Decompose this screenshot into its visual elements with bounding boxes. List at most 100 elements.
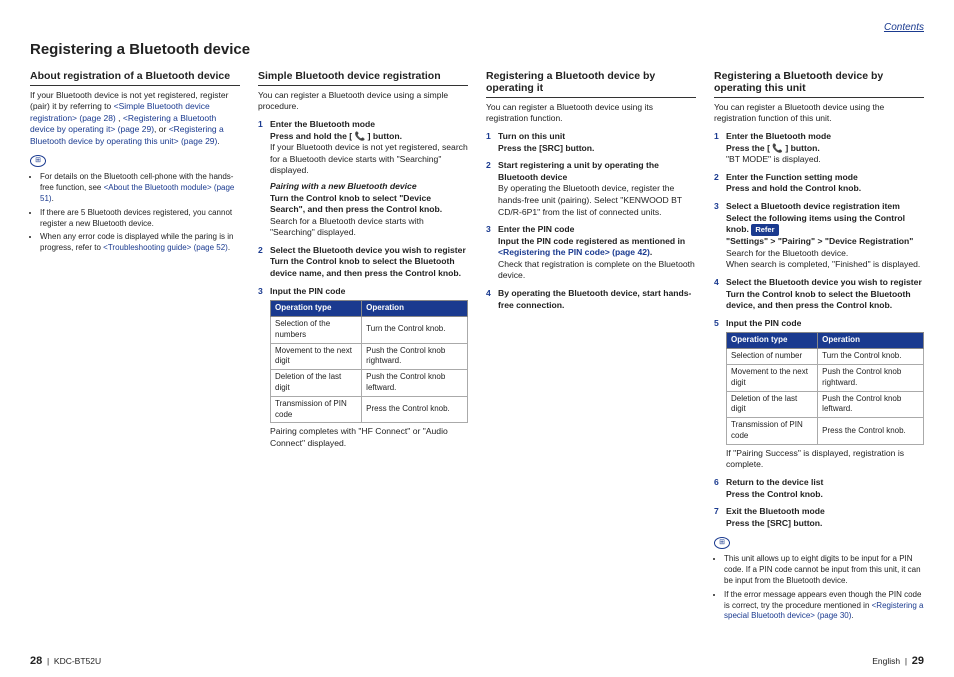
step-number: 3: [258, 286, 263, 298]
body-text: You can register a Bluetooth device usin…: [258, 90, 468, 113]
section-heading: Registering a Bluetooth device by operat…: [486, 70, 696, 98]
language-label: English: [872, 656, 900, 666]
step-action: Press the [SRC] button.: [726, 518, 924, 530]
step-1: 1Turn on this unitPress the [SRC] button…: [486, 131, 696, 154]
table-cell: Movement to the next digit: [271, 343, 362, 370]
link-troubleshoot[interactable]: <Troubleshooting guide> (page 52): [103, 243, 228, 252]
table-header: Operation: [362, 301, 468, 317]
step-number: 2: [714, 172, 719, 184]
step-number: 3: [714, 201, 719, 213]
step-number: 4: [486, 288, 491, 300]
step-action: Select the following items using the Con…: [726, 213, 924, 237]
table-header: Operation: [818, 333, 924, 349]
page-title: Registering a Bluetooth device: [30, 41, 924, 58]
table-header: Operation type: [271, 301, 362, 317]
step-number: 1: [258, 119, 263, 131]
pin-table: Operation typeOperationSelection of the …: [270, 300, 468, 423]
contents-link[interactable]: Contents: [30, 22, 924, 33]
column-3: Registering a Bluetooth device by operat…: [486, 68, 696, 647]
table-cell: Press the Control knob.: [818, 418, 924, 445]
step-action: Press and hold the [ 📞 ] button.: [270, 131, 468, 143]
footer-left: 28 | KDC-BT52U: [30, 655, 101, 667]
step-title: Start registering a unit by operating th…: [498, 160, 696, 183]
table-cell: Push the Control knob rightward.: [818, 364, 924, 391]
step-number: 2: [486, 160, 491, 172]
note-item: This unit allows up to eight digits to b…: [724, 554, 924, 586]
step-title: Input the PIN code: [270, 286, 468, 298]
link-pin-code[interactable]: <Registering the PIN code> (page 42): [498, 247, 650, 257]
step-2: 2 Select the Bluetooth device you wish to…: [258, 245, 468, 280]
step-number: 1: [486, 131, 491, 143]
step-7: 7 Exit the Bluetooth modePress the [SRC] …: [714, 506, 924, 529]
note-icon: ⊞: [30, 155, 46, 167]
step-path: "Settings" > "Pairing" > "Device Registr…: [726, 236, 924, 248]
column-4: Registering a Bluetooth device by operat…: [714, 68, 924, 647]
table-cell: Selection of number: [727, 349, 818, 365]
step-3: 3Enter the PIN codeInput the PIN code re…: [486, 224, 696, 282]
table-cell: Turn the Control knob.: [818, 349, 924, 365]
note-icon: ⊞: [714, 537, 730, 549]
pin-table: Operation typeOperationSelection of numb…: [726, 332, 924, 444]
step-title: Select the Bluetooth device you wish to …: [726, 277, 924, 289]
note-item: If the error message appears even though…: [724, 590, 924, 622]
step-title: Select the Bluetooth device you wish to …: [270, 245, 468, 257]
step-action: Press the [ 📞 ] button.: [726, 143, 924, 155]
note-item: When any error code is displayed while t…: [40, 232, 240, 254]
step-action: Turn the Control knob to select "Device …: [270, 193, 468, 216]
note-list: For details on the Bluetooth cell-phone …: [30, 172, 240, 254]
text: .: [228, 243, 230, 252]
column-2: Simple Bluetooth device registration You…: [258, 68, 468, 647]
table-cell: Push the Control knob rightward.: [362, 343, 468, 370]
step-desc: Search for a Bluetooth device starts wit…: [270, 216, 424, 238]
column-1: About registration of a Bluetooth device…: [30, 68, 240, 647]
step-action: Press the Control knob.: [726, 489, 924, 501]
step-5: 5Input the PIN code Operation typeOperat…: [714, 318, 924, 471]
model-name: KDC-BT52U: [54, 656, 101, 666]
step-desc: Check that registration is complete on t…: [498, 259, 695, 281]
step-desc: When search is completed, "Finished" is …: [726, 259, 924, 271]
note-item: If there are 5 Bluetooth devices registe…: [40, 208, 240, 230]
step-2: 2 Enter the Function setting modePress an…: [714, 172, 924, 195]
step-action: Press and hold the Control knob.: [726, 183, 924, 195]
step-title: Return to the device list: [726, 477, 924, 489]
step-title: Input the PIN code: [726, 318, 924, 330]
step-1: 1Enter the Bluetooth modePress the [ 📞 ]…: [714, 131, 924, 166]
step-title: Select a Bluetooth device registration i…: [726, 201, 924, 213]
step-4: 4 By operating the Bluetooth device, star…: [486, 288, 696, 311]
step-action: Turn the Control knob to select the Blue…: [270, 256, 468, 279]
column-container: About registration of a Bluetooth device…: [30, 68, 924, 647]
step-number: 2: [258, 245, 263, 257]
step-number: 3: [486, 224, 491, 236]
table-cell: Movement to the next digit: [727, 364, 818, 391]
step-action: Press the [SRC] button.: [498, 143, 696, 155]
step-action: Turn the Control knob to select the Blue…: [726, 289, 924, 312]
step-title: Enter the Bluetooth mode: [270, 119, 468, 131]
page-footer: 28 | KDC-BT52U English | 29: [30, 647, 924, 667]
step-number: 6: [714, 477, 719, 489]
text: .: [217, 136, 219, 146]
table-header: Operation type: [727, 333, 818, 349]
step-title: By operating the Bluetooth device, start…: [498, 288, 696, 311]
step-desc: "BT MODE" is displayed.: [726, 154, 821, 164]
step-desc: Search for the Bluetooth device.: [726, 248, 848, 258]
text: ,: [116, 113, 123, 123]
step-subhead: Pairing with a new Bluetooth device: [270, 181, 468, 193]
body-text: You can register a Bluetooth device usin…: [714, 102, 924, 125]
step-number: 1: [714, 131, 719, 143]
text: .: [851, 611, 853, 620]
step-number: 7: [714, 506, 719, 518]
text: .: [52, 194, 54, 203]
body-text: You can register a Bluetooth device usin…: [486, 102, 696, 125]
step-title: Exit the Bluetooth mode: [726, 506, 924, 518]
step-action: Input the PIN code registered as mention…: [498, 236, 696, 259]
note-list: This unit allows up to eight digits to b…: [714, 554, 924, 622]
table-cell: Transmission of PIN code: [271, 396, 362, 423]
text: .: [650, 247, 652, 257]
section-heading: About registration of a Bluetooth device: [30, 70, 240, 86]
text: , or: [154, 124, 169, 134]
step-number: 4: [714, 277, 719, 289]
step-2: 2 Start registering a unit by operating t…: [486, 160, 696, 218]
table-cell: Press the Control knob.: [362, 396, 468, 423]
step-title: Enter the Function setting mode: [726, 172, 924, 184]
step-desc: Pairing completes with "HF Connect" or "…: [270, 426, 468, 449]
